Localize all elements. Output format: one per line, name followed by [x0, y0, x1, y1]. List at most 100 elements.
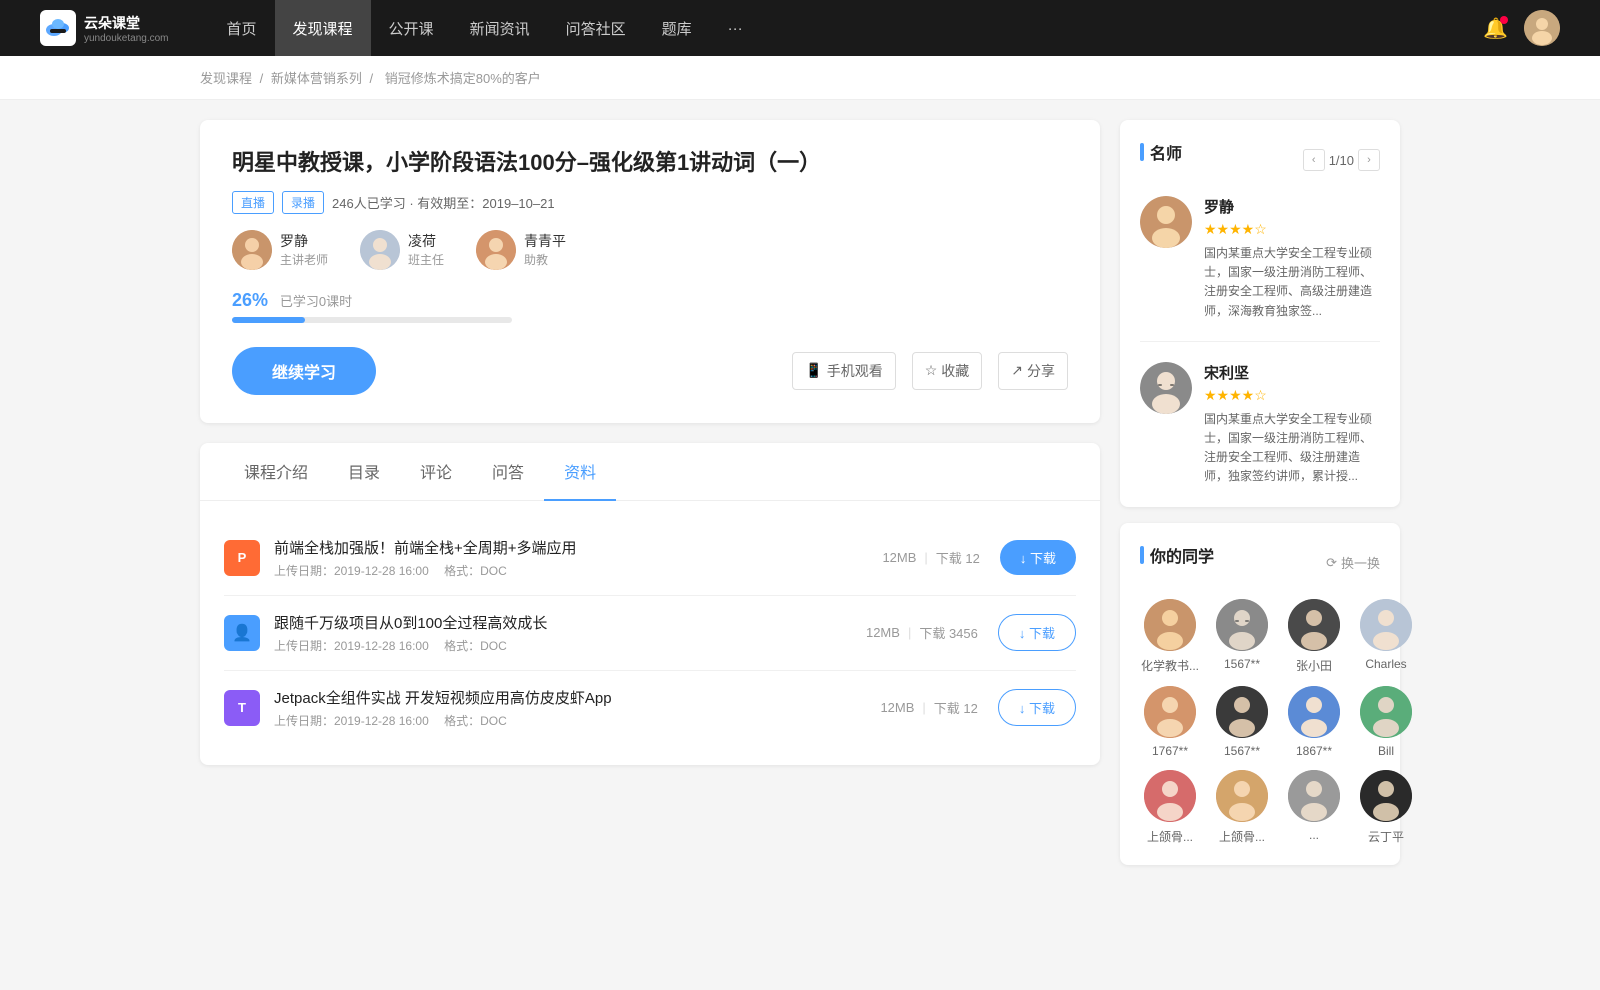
- sidebar-teacher-2: 宋利坚 ★★★★☆ 国内某重点大学安全工程专业硕士，国家一级注册消防工程师、注册…: [1140, 362, 1380, 487]
- classmate-name-9: 上颌骨...: [1140, 828, 1200, 845]
- teacher-linghe: 凌荷 班主任: [360, 230, 444, 270]
- resource-item-1: P 前端全栈加强版！前端全栈+全周期+多端应用 上传日期：2019-12-28 …: [224, 521, 1076, 596]
- classmate-7[interactable]: 1867**: [1284, 686, 1344, 758]
- teacher-avatar-1: [232, 230, 272, 270]
- resource-stats-1: 12MB | 下载 12: [882, 548, 979, 567]
- logo-name: 云朵课堂: [84, 13, 169, 33]
- nav-items: 首页 发现课程 公开课 新闻资讯 问答社区 题库 ···: [209, 0, 1484, 56]
- tabs-section: 课程介绍 目录 评论 问答 资料 P 前端全栈加强版！前端全栈+全周期+多端应用…: [200, 443, 1100, 765]
- classmate-name-4: Charles: [1356, 657, 1416, 671]
- sidebar-teacher-desc-2: 国内某重点大学安全工程专业硕士，国家一级注册消防工程师、注册安全工程师、级注册建…: [1204, 410, 1380, 487]
- classmate-11[interactable]: ...: [1284, 770, 1344, 845]
- resource-name-2: 跟随千万级项目从0到100全过程高效成长: [274, 612, 866, 633]
- classmate-name-1: 化学教书...: [1140, 657, 1200, 674]
- resource-item-3: T Jetpack全组件实战 开发短视频应用高仿皮皮虾App 上传日期：2019…: [224, 671, 1076, 745]
- classmate-avatar-12: [1360, 770, 1412, 822]
- classmate-avatar-8: [1360, 686, 1412, 738]
- tab-review[interactable]: 评论: [400, 443, 472, 501]
- classmate-6[interactable]: 1567**: [1212, 686, 1272, 758]
- classmate-1[interactable]: 化学教书...: [1140, 599, 1200, 674]
- download-button-1[interactable]: ↓ 下载: [1000, 540, 1076, 575]
- download-button-3[interactable]: ↓ 下载: [998, 689, 1076, 726]
- breadcrumb-series[interactable]: 新媒体营销系列: [271, 71, 362, 86]
- classmate-2[interactable]: 1567**: [1212, 599, 1272, 674]
- teachers-prev-btn[interactable]: ‹: [1303, 149, 1325, 171]
- classmate-9[interactable]: 上颌骨...: [1140, 770, 1200, 845]
- sidebar-teacher-desc-1: 国内某重点大学安全工程专业硕士，国家一级注册消防工程师、注册安全工程师、高级注册…: [1204, 244, 1380, 321]
- sidebar-teacher-name-2: 宋利坚: [1204, 362, 1380, 383]
- main-layout: 明星中教授课，小学阶段语法100分–强化级第1讲动词（一） 直播 录播 246人…: [0, 100, 1600, 901]
- nav-discover[interactable]: 发现课程: [275, 0, 371, 56]
- badge-record: 录播: [282, 191, 324, 214]
- favorite-button[interactable]: ☆ 收藏: [912, 352, 983, 390]
- teacher-name-2: 凌荷: [408, 231, 444, 251]
- classmate-name-6: 1567**: [1212, 744, 1272, 758]
- teachers-section-title: 名师: [1140, 140, 1182, 164]
- classmate-avatar-5: [1144, 686, 1196, 738]
- nav-qa[interactable]: 问答社区: [548, 0, 644, 56]
- classmate-name-11: ...: [1284, 828, 1344, 842]
- progress-bar-bg: [232, 317, 512, 323]
- classmates-section-title: 你的同学: [1140, 543, 1214, 567]
- tab-resources[interactable]: 资料: [544, 443, 616, 501]
- classmate-5[interactable]: 1767**: [1140, 686, 1200, 758]
- classmate-avatar-3: [1288, 599, 1340, 651]
- sidebar-teacher-1: 罗静 ★★★★☆ 国内某重点大学安全工程专业硕士，国家一级注册消防工程师、注册安…: [1140, 196, 1380, 342]
- nav-more[interactable]: ···: [710, 0, 761, 56]
- share-button[interactable]: ↗ 分享: [998, 352, 1068, 390]
- resource-item-2: 👤 跟随千万级项目从0到100全过程高效成长 上传日期：2019-12-28 1…: [224, 596, 1076, 671]
- share-icon: ↗: [1011, 362, 1023, 379]
- resource-name-3: Jetpack全组件实战 开发短视频应用高仿皮皮虾App: [274, 687, 880, 708]
- refresh-icon: ⟳: [1326, 555, 1337, 571]
- nav-news[interactable]: 新闻资讯: [452, 0, 548, 56]
- classmate-3[interactable]: 张小田: [1284, 599, 1344, 674]
- download-button-2[interactable]: ↓ 下载: [998, 614, 1076, 651]
- nav-home[interactable]: 首页: [209, 0, 275, 56]
- classmate-name-2: 1567**: [1212, 657, 1272, 671]
- breadcrumb-discover[interactable]: 发现课程: [200, 71, 252, 86]
- user-avatar[interactable]: [1524, 10, 1560, 46]
- classmate-avatar-7: [1288, 686, 1340, 738]
- teacher-name-1: 罗静: [280, 231, 328, 251]
- classmates-grid: 化学教书... 1567** 张小田: [1140, 599, 1380, 845]
- sidebar-teacher-avatar-2: [1140, 362, 1192, 414]
- nav-quiz[interactable]: 题库: [644, 0, 710, 56]
- course-actions: 继续学习 📱 手机观看 ☆ 收藏 ↗ 分享: [232, 347, 1068, 395]
- continue-button[interactable]: 继续学习: [232, 347, 376, 395]
- teacher-role-1: 主讲老师: [280, 251, 328, 268]
- classmate-8[interactable]: Bill: [1356, 686, 1416, 758]
- classmate-10[interactable]: 上颌骨...: [1212, 770, 1272, 845]
- teacher-role-3: 助教: [524, 251, 566, 268]
- right-sidebar: 名师 ‹ 1/10 › 罗静: [1120, 120, 1400, 881]
- resource-meta-1: 上传日期：2019-12-28 16:00 格式：DOC: [274, 562, 882, 579]
- notification-bell[interactable]: 🔔: [1483, 16, 1508, 41]
- classmate-4[interactable]: Charles: [1356, 599, 1416, 674]
- teacher-role-2: 班主任: [408, 251, 444, 268]
- resource-stats-3: 12MB | 下载 12: [880, 698, 977, 717]
- classmate-12[interactable]: 云丁平: [1356, 770, 1416, 845]
- teacher-qingqingping: 青青平 助教: [476, 230, 566, 270]
- classmate-avatar-2: [1216, 599, 1268, 651]
- action-links: 📱 手机观看 ☆ 收藏 ↗ 分享: [792, 352, 1068, 390]
- left-content: 明星中教授课，小学阶段语法100分–强化级第1讲动词（一） 直播 录播 246人…: [200, 120, 1100, 881]
- classmates-card: 你的同学 ⟳ 换一换 化学教书...: [1120, 523, 1400, 865]
- classmate-avatar-11: [1288, 770, 1340, 822]
- teacher-avatar-2: [360, 230, 400, 270]
- mobile-watch-button[interactable]: 📱 手机观看: [792, 352, 895, 390]
- teachers-next-btn[interactable]: ›: [1358, 149, 1380, 171]
- logo-icon: [40, 10, 76, 46]
- logo[interactable]: 云朵课堂 yundouketang.com: [40, 10, 169, 46]
- teachers-card: 名师 ‹ 1/10 › 罗静: [1120, 120, 1400, 507]
- course-badges: 直播 录播 246人已学习 · 有效期至：2019–10–21: [232, 191, 1068, 214]
- tab-intro[interactable]: 课程介绍: [224, 443, 328, 501]
- sidebar-teacher-name-1: 罗静: [1204, 196, 1380, 217]
- tab-catalog[interactable]: 目录: [328, 443, 400, 501]
- tab-qa[interactable]: 问答: [472, 443, 544, 501]
- resource-icon-3: T: [224, 690, 260, 726]
- refresh-classmates-button[interactable]: ⟳ 换一换: [1326, 553, 1380, 572]
- course-teachers: 罗静 主讲老师 凌荷 班主任: [232, 230, 1068, 270]
- classmate-name-5: 1767**: [1140, 744, 1200, 758]
- nav-open-course[interactable]: 公开课: [371, 0, 452, 56]
- resource-icon-1: P: [224, 540, 260, 576]
- tabs-header: 课程介绍 目录 评论 问答 资料: [200, 443, 1100, 501]
